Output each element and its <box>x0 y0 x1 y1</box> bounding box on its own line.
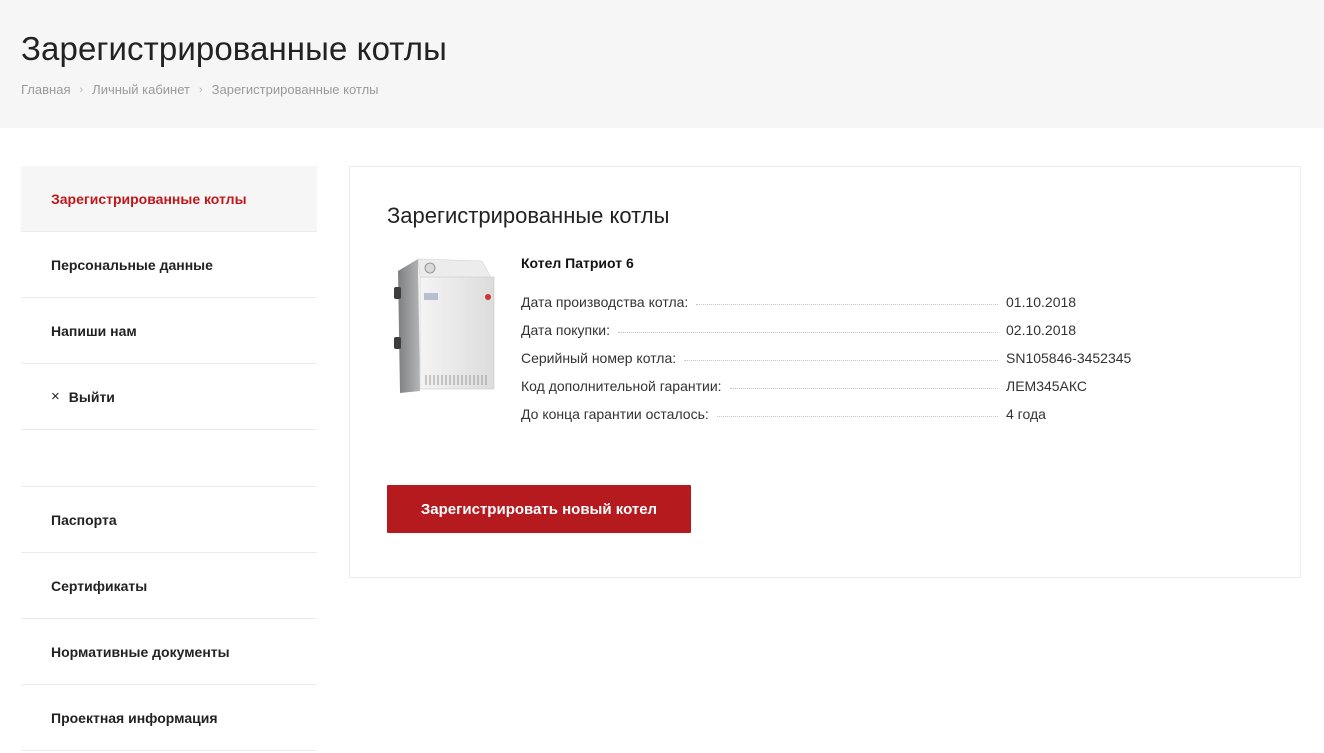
dotted-leader <box>716 416 998 417</box>
sidebar-item-label: Сертификаты <box>51 577 148 594</box>
field-value: 01.10.2018 <box>1006 294 1077 310</box>
sidebar-item-regulatory-documents[interactable]: Нормативные документы <box>21 619 317 685</box>
breadcrumb-home[interactable]: Главная <box>21 82 70 97</box>
chevron-right-icon: › <box>79 83 84 96</box>
field-value: 4 года <box>1006 406 1046 422</box>
sidebar-item-label: Проектная информация <box>51 709 218 726</box>
field-serial-number: Серийный номер котла: SN105846-3452345 <box>521 338 1141 366</box>
field-value: ЛЕМ345АКС <box>1006 378 1087 394</box>
field-value: SN105846-3452345 <box>1006 350 1132 366</box>
field-extra-warranty-code: Код дополнительной гарантии: ЛЕМ345АКС <box>521 366 1141 394</box>
sidebar-item-label: Паспорта <box>51 511 117 528</box>
sidebar-item-logout[interactable]: × Выйти <box>21 364 317 430</box>
field-label: Серийный номер котла: <box>521 350 677 366</box>
sidebar-item-label: Выйти <box>68 388 115 405</box>
boiler-model-name: Котел Патриот 6 <box>521 255 634 271</box>
field-label: Код дополнительной гарантии: <box>521 378 722 394</box>
sidebar-item-registered-boilers[interactable]: Зарегистрированные котлы <box>21 166 317 232</box>
dotted-leader <box>729 388 998 389</box>
close-icon: × <box>51 388 60 405</box>
sidebar-item-label: Персональные данные <box>51 256 213 273</box>
sidebar-item-label: Напиши нам <box>51 322 137 339</box>
field-warranty-remaining: До конца гарантии осталось: 4 года <box>521 394 1141 422</box>
sidebar-item-passports[interactable]: Паспорта <box>21 487 317 553</box>
page-header: Зарегистрированные котлы Главная › Личны… <box>0 0 1324 128</box>
field-value: 02.10.2018 <box>1006 322 1077 338</box>
dotted-leader <box>684 360 998 361</box>
dotted-leader <box>617 332 998 333</box>
breadcrumb: Главная › Личный кабинет › Зарегистриров… <box>21 82 379 97</box>
field-label: Дата производства котла: <box>521 294 689 310</box>
sidebar-item-personal-data[interactable]: Персональные данные <box>21 232 317 298</box>
field-label: До конца гарантии осталось: <box>521 406 709 422</box>
boiler-info: Котел Патриот 6 Дата производства котла:… <box>521 255 1141 422</box>
registered-boilers-panel: Зарегистрированные котлы Котел Патриот 6… <box>349 166 1301 578</box>
field-label: Дата покупки: <box>521 322 610 338</box>
page-title: Зарегистрированные котлы <box>21 30 447 67</box>
breadcrumb-account[interactable]: Личный кабинет <box>92 82 190 97</box>
sidebar-divider <box>21 430 317 487</box>
sidebar-item-label: Нормативные документы <box>51 643 230 660</box>
boiler-image <box>394 258 495 393</box>
sidebar-item-write-us[interactable]: Напиши нам <box>21 298 317 364</box>
sidebar-item-label: Зарегистрированные котлы <box>51 190 247 207</box>
panel-title: Зарегистрированные котлы <box>387 203 670 228</box>
field-production-date: Дата производства котла: 01.10.2018 <box>521 282 1141 310</box>
sidebar-item-certificates[interactable]: Сертификаты <box>21 553 317 619</box>
sidebar-item-project-info[interactable]: Проектная информация <box>21 685 317 751</box>
field-purchase-date: Дата покупки: 02.10.2018 <box>521 310 1141 338</box>
breadcrumb-current: Зарегистрированные котлы <box>211 82 379 97</box>
sidebar: Зарегистрированные котлы Персональные да… <box>21 166 317 751</box>
register-new-boiler-button[interactable]: Зарегистрировать новый котел <box>387 485 691 533</box>
dotted-leader <box>696 304 998 305</box>
chevron-right-icon: › <box>198 83 203 96</box>
